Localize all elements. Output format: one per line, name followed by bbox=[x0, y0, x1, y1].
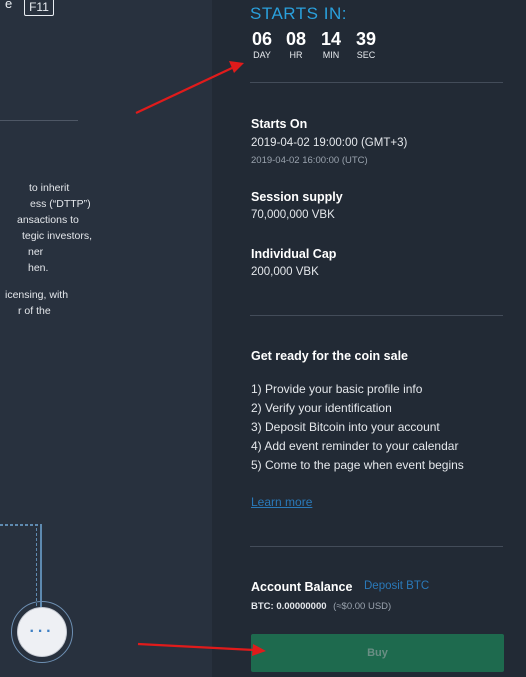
section-divider bbox=[250, 82, 503, 83]
step-item: 4) Add event reminder to your calendar bbox=[251, 439, 459, 453]
account-balance-label: Account Balance bbox=[251, 580, 353, 594]
countdown-second-label: SEC bbox=[356, 50, 376, 60]
starts-on-utc-time: 2019-04-02 16:00:00 (UTC) bbox=[251, 155, 368, 166]
get-ready-steps: 1) Provide your basic profile info 2) Ve… bbox=[251, 380, 464, 475]
description-line: ansactions to bbox=[17, 214, 79, 226]
description-line: hen. bbox=[0, 260, 212, 276]
step-item: 2) Verify your identification bbox=[251, 401, 392, 415]
get-ready-title: Get ready for the coin sale bbox=[251, 349, 408, 363]
section-divider bbox=[250, 546, 503, 547]
left-divider bbox=[0, 120, 78, 121]
description-line: icensing, with bbox=[5, 289, 69, 301]
description-line: r of the bbox=[0, 303, 212, 319]
description-line: ess (“DTTP”) bbox=[30, 198, 91, 210]
countdown-day-value: 06 bbox=[251, 29, 273, 49]
description-panel: e F11 to inherit ess (“DTTP”) ansactions… bbox=[0, 0, 212, 677]
session-supply-label: Session supply bbox=[251, 190, 343, 204]
countdown-minute: 14 MIN bbox=[316, 29, 346, 61]
deposit-btc-link[interactable]: Deposit BTC bbox=[364, 580, 429, 592]
description-line-text: r of the bbox=[18, 305, 51, 317]
step-item: 1) Provide your basic profile info bbox=[251, 382, 423, 396]
starts-on-local-time: 2019-04-02 19:00:00 (GMT+3) bbox=[251, 137, 408, 149]
section-divider bbox=[250, 315, 503, 316]
countdown-second-value: 39 bbox=[355, 29, 377, 49]
step-item: 5) Come to the page when event begins bbox=[251, 458, 464, 472]
sale-sidebar: STARTS IN: 06 DAY 08 HR 14 MIN 39 SEC St… bbox=[212, 0, 526, 677]
starts-in-heading: STARTS IN: bbox=[250, 4, 347, 23]
balance-row: BTC: 0.00000000 (≈$0.00 USD) bbox=[251, 601, 391, 612]
buy-button[interactable]: Buy bbox=[251, 634, 504, 672]
flow-connector-line bbox=[0, 524, 42, 526]
flow-connector-dashed bbox=[36, 528, 37, 606]
individual-cap-label: Individual Cap bbox=[251, 247, 337, 261]
btc-balance: BTC: 0.00000000 bbox=[251, 601, 327, 612]
learn-more-link[interactable]: Learn more bbox=[251, 495, 312, 509]
flow-connector-line bbox=[40, 524, 42, 608]
description-line: tegic investors, bbox=[22, 230, 93, 242]
description-line-text: hen. bbox=[28, 262, 49, 274]
usd-equivalent: (≈$0.00 USD) bbox=[333, 601, 392, 612]
individual-cap-value: 200,000 VBK bbox=[251, 266, 319, 278]
f11-key-badge: F11 bbox=[24, 0, 54, 16]
key-hint-text: e bbox=[5, 0, 13, 11]
countdown-minute-value: 14 bbox=[320, 29, 342, 49]
countdown-day: 06 DAY bbox=[247, 29, 277, 61]
step-item: 3) Deposit Bitcoin into your account bbox=[251, 420, 440, 434]
description-paragraph: to inherit ess (“DTTP”) ansactions to te… bbox=[0, 180, 212, 276]
countdown-day-label: DAY bbox=[253, 50, 271, 60]
countdown-hour: 08 HR bbox=[281, 29, 311, 61]
countdown-hour-value: 08 bbox=[285, 29, 307, 49]
description-line: ner bbox=[28, 246, 44, 258]
countdown-hour-label: HR bbox=[289, 50, 303, 60]
starts-on-label: Starts On bbox=[251, 117, 308, 131]
more-options-button[interactable]: ··· bbox=[17, 607, 67, 657]
description-paragraph: icensing, with r of the bbox=[0, 287, 212, 319]
countdown-second: 39 SEC bbox=[351, 29, 381, 61]
session-supply-value: 70,000,000 VBK bbox=[251, 209, 335, 221]
description-line: to inherit bbox=[29, 182, 70, 194]
countdown-minute-label: MIN bbox=[322, 50, 340, 60]
